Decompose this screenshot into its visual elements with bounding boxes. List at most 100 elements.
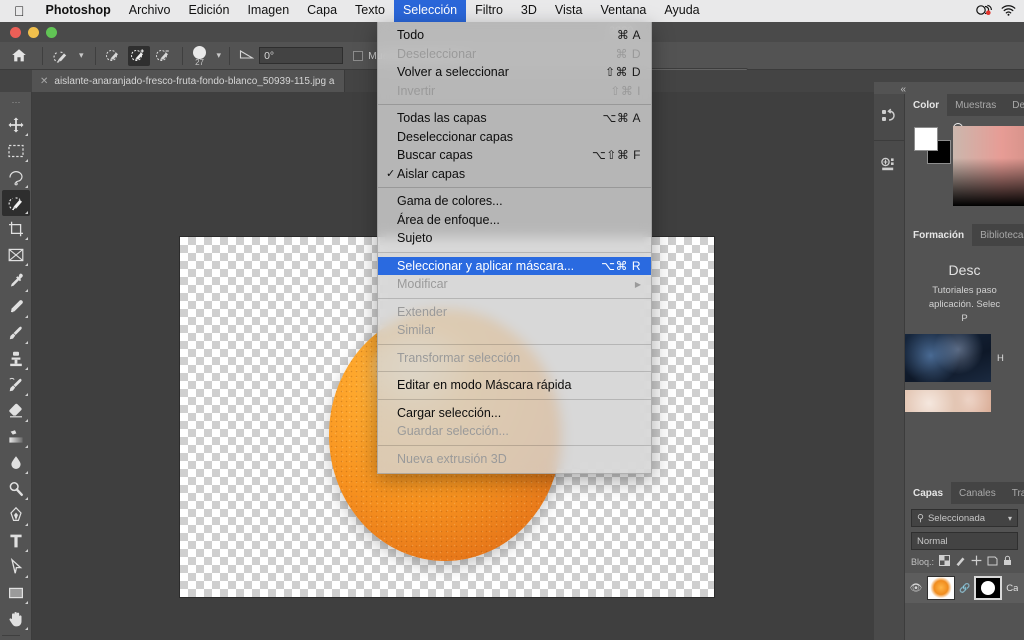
menu-item-sujeto[interactable]: Sujeto: [378, 229, 651, 248]
brush-size-picker[interactable]: 27: [187, 45, 213, 67]
selection-add-icon[interactable]: [127, 45, 150, 66]
apple-icon[interactable]: : [0, 4, 37, 18]
path-selection-tool[interactable]: [2, 554, 30, 580]
layer-row[interactable]: 👁 🔗 Ca: [905, 573, 1024, 603]
menu-item-extender: Extender: [378, 303, 651, 322]
tab-degradados[interactable]: De: [1004, 94, 1024, 116]
lock-artboard-icon[interactable]: [987, 555, 998, 568]
lasso-tool[interactable]: [2, 164, 30, 190]
crop-tool[interactable]: [2, 216, 30, 242]
menu-bar-item-3d[interactable]: 3D: [512, 0, 546, 22]
menu-item-todas-las-capas[interactable]: Todas las capas ⌥⌘ A: [378, 109, 651, 128]
eye-icon[interactable]: 👁: [909, 583, 923, 594]
dodge-tool[interactable]: [2, 476, 30, 502]
rectangle-tool[interactable]: [2, 580, 30, 606]
pen-tool[interactable]: [2, 502, 30, 528]
menu-bar-item-vista[interactable]: Vista: [546, 0, 592, 22]
blur-tool[interactable]: [2, 450, 30, 476]
layer-thumbnail[interactable]: [927, 576, 955, 600]
gradient-tool[interactable]: [2, 424, 30, 450]
clone-stamp-tool[interactable]: [2, 346, 30, 372]
menu-item-todo[interactable]: Todo ⌘ A: [378, 26, 651, 45]
menu-bar-item-imagen[interactable]: Imagen: [238, 0, 298, 22]
frame-tool[interactable]: [2, 242, 30, 268]
home-icon[interactable]: [0, 48, 38, 63]
eraser-tool[interactable]: [2, 398, 30, 424]
menu-item-buscar-capas[interactable]: Buscar capas ⌥⇧⌘ F: [378, 146, 651, 165]
document-tab[interactable]: ✕ aislante-anaranjado-fresco-fruta-fondo…: [32, 70, 346, 92]
tab-color[interactable]: Color: [905, 94, 948, 116]
close-tab-icon[interactable]: ✕: [40, 76, 48, 87]
hand-tool[interactable]: [2, 606, 30, 632]
close-button[interactable]: [10, 26, 21, 38]
menu-item-área-de-enfoque[interactable]: Área de enfoque...: [378, 211, 651, 230]
tool-preset-group[interactable]: ▾: [47, 46, 91, 66]
menu-item-aislar-capas[interactable]: ✓ Aislar capas: [378, 165, 651, 184]
quick-selection-tool-icon[interactable]: [50, 46, 72, 66]
search-icon: ⚲: [917, 512, 924, 524]
menu-item-cargar-selección[interactable]: Cargar selección...: [378, 404, 651, 423]
learn-card-title: [991, 390, 1024, 412]
tab-trazados[interactable]: Tra: [1004, 482, 1024, 504]
brush-tool[interactable]: [2, 320, 30, 346]
properties-icon[interactable]: [876, 151, 902, 179]
angle-input[interactable]: 0°: [259, 47, 344, 64]
chevron-down-icon[interactable]: ▾: [75, 50, 88, 61]
menu-bar-item-selecci-n[interactable]: Selección: [393, 0, 467, 22]
menu-item-gama-de-colores[interactable]: Gama de colores...: [378, 192, 651, 211]
type-tool[interactable]: [2, 528, 30, 554]
minimize-button[interactable]: [28, 26, 39, 38]
menu-item-volver-a-seleccionar[interactable]: Volver a seleccionar ⇧⌘ D: [378, 63, 651, 82]
chevron-down-icon[interactable]: ▾: [1008, 514, 1012, 523]
menu-bar-item-capa[interactable]: Capa: [298, 0, 346, 22]
lock-position-icon[interactable]: [971, 555, 982, 568]
selection-subtract-icon[interactable]: [153, 46, 175, 66]
tab-bibliotecas[interactable]: Bibliotecas: [972, 224, 1024, 246]
panel-grip[interactable]: ⋯: [12, 97, 21, 108]
eyedropper-tool[interactable]: [2, 268, 30, 294]
link-mask-icon[interactable]: 🔗: [959, 583, 970, 594]
seleccion-menu[interactable]: Todo ⌘ A Deseleccionar ⌘ D Volver a seleccio…: [377, 22, 652, 474]
learn-card[interactable]: H: [905, 334, 1024, 382]
rectangular-marquee-tool[interactable]: [2, 138, 30, 164]
menu-bar-item-archivo[interactable]: Archivo: [120, 0, 180, 22]
layer-mask-thumbnail[interactable]: [974, 576, 1003, 600]
menu-bar-item-edici-n[interactable]: Edición: [179, 0, 238, 22]
menu-item-label: Guardar selección...: [397, 424, 509, 439]
lock-transparent-pixels-icon[interactable]: [939, 555, 951, 568]
learn-description: Tutoriales paso aplicación. Selec P: [905, 278, 1024, 326]
blend-mode-dropdown[interactable]: Normal: [911, 532, 1018, 550]
lock-all-icon[interactable]: [1003, 555, 1012, 568]
menu-separator: [378, 187, 651, 188]
tab-formacion[interactable]: Formación: [905, 224, 973, 246]
tab-capas[interactable]: Capas: [905, 482, 952, 504]
foreground-color-swatch[interactable]: [914, 127, 938, 151]
menu-item-editar-en-modo-máscara-rápida[interactable]: Editar en modo Máscara rápida: [378, 376, 651, 395]
selection-new-icon[interactable]: [103, 46, 125, 66]
menu-bar-item-filtro[interactable]: Filtro: [466, 0, 512, 22]
move-tool[interactable]: [2, 112, 30, 138]
history-icon[interactable]: [876, 102, 902, 130]
history-brush-tool[interactable]: [2, 372, 30, 398]
menu-bar-item-ayuda[interactable]: Ayuda: [655, 0, 708, 22]
menu-item-deseleccionar-capas[interactable]: Deseleccionar capas: [378, 128, 651, 147]
chevron-down-icon[interactable]: ▾: [213, 50, 226, 61]
lock-image-pixels-icon[interactable]: [955, 555, 966, 568]
menu-bar-item-texto[interactable]: Texto: [346, 0, 394, 22]
menu-bar-item-photoshop[interactable]: Photoshop: [37, 0, 120, 22]
layer-name: Ca: [1006, 582, 1019, 594]
menu-bar-item-ventana[interactable]: Ventana: [591, 0, 655, 22]
spot-healing-brush-tool[interactable]: [2, 294, 30, 320]
quick-selection-tool[interactable]: [1, 190, 30, 216]
layer-filter-dropdown[interactable]: ⚲ Seleccionada ▾: [911, 509, 1018, 527]
color-panel-body[interactable]: [905, 116, 1024, 224]
menu-item-seleccionar-y-aplicar-máscara[interactable]: Seleccionar y aplicar máscara... ⌥⌘ R: [378, 256, 651, 275]
color-ramp[interactable]: [953, 126, 1024, 206]
zoom-button[interactable]: [46, 26, 57, 38]
learn-card[interactable]: [905, 390, 1024, 412]
tab-muestras[interactable]: Muestras: [947, 94, 1004, 116]
learn-description-line-1: Tutoriales paso: [932, 285, 997, 296]
wifi-icon[interactable]: [1001, 4, 1016, 19]
screen-recording-icon[interactable]: [975, 4, 992, 19]
tab-canales[interactable]: Canales: [951, 482, 1004, 504]
